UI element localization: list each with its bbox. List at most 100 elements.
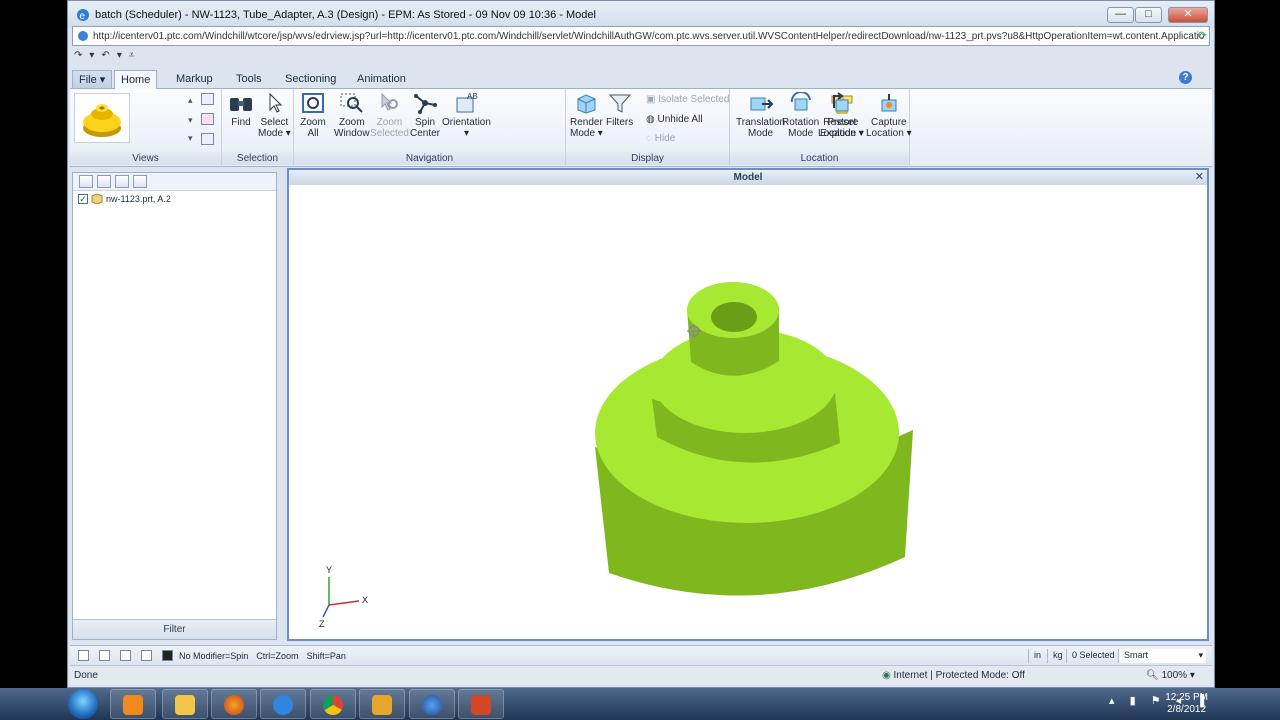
layout-icon[interactable] (78, 650, 89, 661)
tab-home[interactable]: Home (114, 70, 158, 90)
views-more-icon[interactable]: ▾ (188, 133, 193, 144)
zoom-window-button[interactable]: Zoom Window (334, 92, 370, 139)
zoom-selected-icon (381, 92, 399, 111)
group-label-display: Display (566, 152, 729, 165)
views-up-icon[interactable]: ▴ (188, 95, 193, 106)
model-panel: Model ✕ Y X Z (287, 168, 1209, 641)
layout-icon[interactable] (201, 93, 214, 105)
tree-item[interactable]: ✓ nw-1123.prt, A.2 (78, 193, 171, 204)
3d-model[interactable]: Y X Z (289, 185, 1207, 639)
tab-tools[interactable]: Tools (230, 70, 268, 89)
orientation-icon: AB (456, 92, 478, 113)
unhide-all-button[interactable]: ◍ Unhide All (646, 114, 703, 125)
svg-text:AB: AB (467, 92, 478, 101)
ribbon-tabs: File ▾ Home Markup Tools Sectioning Anim… (70, 68, 1212, 90)
tree-view-icon[interactable] (79, 175, 93, 188)
group-location-2: Restore Location ▾ Capture Location ▾ (810, 89, 912, 167)
binoculars-icon (230, 98, 252, 111)
layout-icon[interactable] (201, 113, 214, 125)
tab-animation[interactable]: Animation (351, 70, 412, 89)
visibility-checkbox[interactable]: ✓ (78, 193, 88, 204)
translation-icon (750, 97, 773, 111)
customize-icon[interactable]: ⩡ (129, 50, 135, 64)
zoom-all-label-1: Zoom (300, 117, 326, 128)
spin-center-button[interactable]: Spin Center (410, 92, 440, 139)
view-thumbnail[interactable] (74, 93, 130, 143)
redo-icon[interactable]: ↷ (74, 50, 82, 64)
capture-location-icon (881, 94, 897, 112)
select-mode-label-2: Mode ▾ (258, 128, 291, 139)
clock-date: 2/8/2012 (1167, 704, 1207, 715)
clock[interactable]: 12:25 PM 2/8/2012 (1165, 692, 1208, 716)
translation-mode-button[interactable]: Translation Mode (736, 92, 785, 139)
capture-location-button[interactable]: Capture Location ▾ (866, 92, 912, 139)
find-button[interactable]: Find (228, 92, 254, 128)
tab-markup[interactable]: Markup (170, 70, 219, 89)
restore-location-button[interactable]: Restore Location ▾ (818, 92, 864, 139)
refresh-icon[interactable]: ⟳ (1198, 29, 1207, 42)
unit-length[interactable]: in (1028, 649, 1041, 663)
app-icon (372, 695, 392, 715)
hierarchy-icon[interactable] (115, 175, 129, 188)
group-navigation: Zoom All Zoom Window Zoom Selected Spin … (294, 89, 566, 167)
close-button[interactable]: ✕ (1168, 7, 1208, 23)
ribbon: ▴ ▾ ▾ Views Find Select Mode ▾ Selection (70, 89, 1212, 167)
layout-icon[interactable] (99, 650, 110, 661)
help-icon[interactable]: ? (1179, 71, 1192, 84)
undo-icon[interactable]: ↶ (101, 50, 109, 64)
taskbar-chrome[interactable] (310, 689, 356, 719)
group-display: Render Mode ▾ Filters ▣ Isolate Selected… (566, 89, 730, 167)
quick-access-toolbar: ↷ ▾ ↶ ▾ ⩡ (74, 50, 134, 64)
tab-sectioning[interactable]: Sectioning (279, 70, 342, 89)
zoom-level-value: 100% (1161, 670, 1188, 681)
hide-label: Hide (654, 133, 676, 144)
zoom-level[interactable]: 🔍︎ 100% ▾ (1146, 670, 1195, 681)
taskbar-media-player[interactable] (110, 689, 156, 719)
edit-icon[interactable] (97, 175, 111, 188)
address-url[interactable]: http://icenterv01.ptc.com/Windchill/wtco… (93, 31, 1204, 42)
close-icon[interactable]: ✕ (1195, 170, 1204, 183)
maximize-button[interactable]: □ (1135, 7, 1162, 23)
filter-icon (608, 94, 631, 113)
dropdown-icon[interactable]: ▾ (89, 50, 94, 64)
filters-button[interactable]: Filters (606, 92, 633, 128)
zoom-all-button[interactable]: Zoom All (300, 92, 326, 139)
dropdown-icon[interactable]: ▾ (117, 50, 122, 64)
minimize-button[interactable]: — (1107, 7, 1134, 23)
part-icon[interactable] (133, 175, 147, 188)
unit-mass[interactable]: kg (1047, 649, 1063, 663)
views-down-icon[interactable]: ▾ (188, 115, 193, 126)
clock-time: 12:25 PM (1165, 692, 1208, 703)
orientation-label-2: ▾ (463, 128, 469, 139)
globe-icon: ◉ (882, 670, 894, 681)
ie-logo-icon: e (77, 8, 89, 22)
address-bar[interactable]: http://icenterv01.ptc.com/Windchill/wtco… (72, 26, 1210, 46)
layout-icon[interactable] (120, 650, 131, 661)
viewer-status-bar: No Modifier=Spin Ctrl=Zoom Shift=Pan in … (70, 645, 1212, 665)
security-zone[interactable]: ◉ Internet | Protected Mode: Off (882, 670, 1025, 681)
isolate-selected-button[interactable]: ▣ Isolate Selected (646, 94, 729, 105)
selection-mode-dropdown[interactable]: Smart ▾ (1118, 649, 1206, 663)
start-button[interactable] (68, 689, 98, 719)
page-status: Done (74, 670, 98, 681)
cursor-icon (269, 92, 283, 113)
layout-icon[interactable] (141, 650, 152, 661)
layout-icon[interactable] (201, 133, 214, 145)
taskbar-viewer[interactable] (409, 689, 455, 719)
filter-bar[interactable]: Filter (73, 619, 276, 639)
render-mode-button[interactable]: Render Mode ▾ (570, 92, 603, 139)
zoom-selected-label-1: Zoom (376, 117, 403, 128)
taskbar-explorer[interactable] (162, 689, 208, 719)
taskbar-powerpoint[interactable] (458, 689, 504, 719)
zoom-selected-button[interactable]: Zoom Selected (370, 92, 409, 139)
taskbar-internet-explorer[interactable] (260, 689, 306, 719)
taskbar-firefox[interactable] (211, 689, 257, 719)
hide-button[interactable]: ◌ Hide (646, 133, 675, 144)
select-mode-button[interactable]: Select Mode ▾ (258, 92, 291, 139)
orientation-button[interactable]: AB Orientation ▾ (442, 92, 491, 139)
tab-file[interactable]: File ▾ (72, 70, 113, 89)
spin-center-label-1: Spin (415, 117, 436, 128)
3d-viewport[interactable]: Y X Z (289, 185, 1207, 639)
taskbar-app[interactable] (359, 689, 405, 719)
console-icon[interactable] (162, 650, 173, 661)
